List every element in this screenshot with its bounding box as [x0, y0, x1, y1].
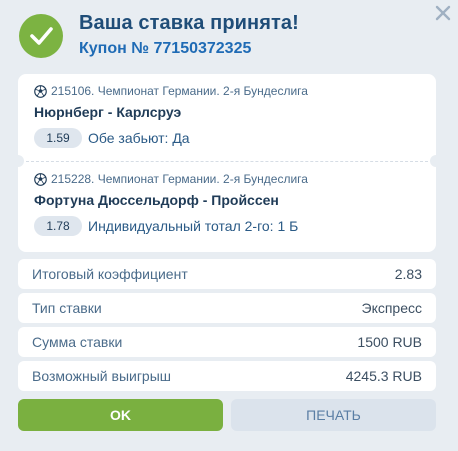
- bets-card: 215106. Чемпионат Германии. 2-я Бундесли…: [12, 74, 442, 252]
- bet-description: Обе забьют: Да: [88, 130, 190, 146]
- dialog-title: Ваша ставка принята!: [79, 12, 299, 34]
- summary-label: Итоговый коэффициент: [32, 266, 188, 282]
- summary-value: 1500 RUB: [357, 334, 422, 350]
- soccer-ball-icon: [34, 172, 47, 186]
- summary-row-stake: Сумма ставки 1500 RUB: [18, 327, 436, 357]
- bet-description: Индивидуальный тотал 2-го: 1 Б: [88, 218, 299, 234]
- check-circle-icon: [19, 14, 63, 58]
- coupon-number: Купон № 77150372325: [79, 40, 252, 57]
- summary-value: 4245.3 RUB: [345, 368, 422, 384]
- close-button[interactable]: [432, 2, 454, 24]
- odd-badge: 1.59: [34, 128, 82, 148]
- summary-row-bet-type: Тип ставки Экспресс: [18, 293, 436, 323]
- odd-badge: 1.78: [34, 216, 82, 236]
- league-row: 215106. Чемпионат Германии. 2-я Бундесли…: [34, 84, 308, 98]
- soccer-ball-icon: [34, 84, 47, 98]
- ok-button[interactable]: OK: [18, 399, 223, 431]
- summary-value: 2.83: [394, 266, 422, 282]
- bet-line: 1.59 Обе забьют: Да: [34, 128, 190, 148]
- summary-row-total-odds: Итоговый коэффициент 2.83: [18, 259, 436, 289]
- summary-label: Сумма ставки: [32, 334, 123, 350]
- bet-accepted-dialog: Ваша ставка принята! Купон № 77150372325…: [0, 0, 458, 451]
- dialog-header: Ваша ставка принята! Купон № 77150372325: [0, 0, 458, 68]
- league-row: 215228. Чемпионат Германии. 2-я Бундесли…: [34, 172, 308, 186]
- league-name: 215106. Чемпионат Германии. 2-я Бундесли…: [51, 84, 308, 98]
- summary-row-possible-win: Возможный выигрыш 4245.3 RUB: [18, 361, 436, 391]
- bet-item: 215106. Чемпионат Германии. 2-я Бундесли…: [18, 74, 436, 160]
- match-name: Нюрнберг - Карлсруэ: [34, 104, 182, 120]
- summary-label: Тип ставки: [32, 300, 102, 316]
- bet-item: 215228. Чемпионат Германии. 2-я Бундесли…: [18, 162, 436, 248]
- match-name: Фортуна Дюссельдорф - Пройссен: [34, 192, 279, 208]
- print-button[interactable]: ПЕЧАТЬ: [231, 399, 436, 431]
- summary-label: Возможный выигрыш: [32, 368, 172, 384]
- league-name: 215228. Чемпионат Германии. 2-я Бундесли…: [51, 172, 308, 186]
- close-icon: [435, 5, 451, 21]
- bet-line: 1.78 Индивидуальный тотал 2-го: 1 Б: [34, 216, 298, 236]
- summary-value: Экспресс: [361, 300, 423, 316]
